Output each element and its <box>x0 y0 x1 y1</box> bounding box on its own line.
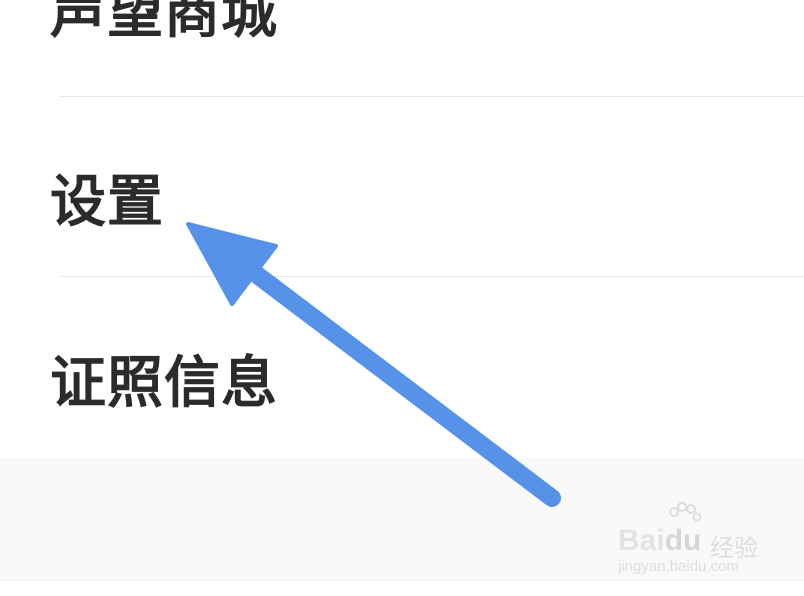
screen: 声望商城 设置 证照信息 Baidu 经验 jingyan.baidu.com <box>0 0 804 596</box>
menu-item-label: 设置 <box>50 170 164 235</box>
menu-item-label: 声望商城 <box>50 0 278 46</box>
footer-area <box>0 458 804 580</box>
divider <box>60 276 804 277</box>
menu-item-label: 证照信息 <box>50 351 278 416</box>
menu-item-license-info[interactable]: 证照信息 <box>0 278 804 458</box>
divider <box>0 580 804 581</box>
menu-item-settings[interactable]: 设置 <box>0 97 804 276</box>
menu-item-reputation-mall[interactable]: 声望商城 <box>0 0 804 55</box>
